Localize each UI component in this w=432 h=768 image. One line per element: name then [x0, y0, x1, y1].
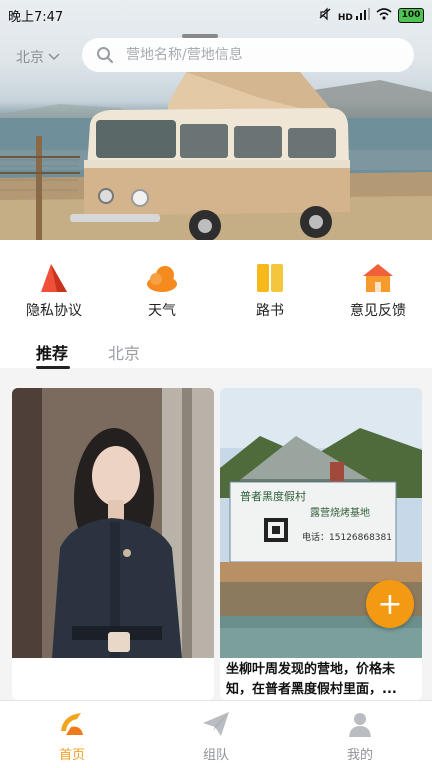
battery-icon: 100: [398, 7, 424, 23]
status-bar: 晚上7:47 HD 100: [0, 0, 432, 30]
nav-label: 我的: [346, 748, 373, 763]
tab-recommended[interactable]: 推荐: [36, 340, 68, 364]
profile-icon: [349, 713, 371, 737]
quick-item-label: 隐私协议: [26, 303, 82, 319]
quick-item-roadbook[interactable]: 路书: [216, 262, 324, 320]
banner-line1: 普者黑度假村: [240, 489, 306, 503]
post-card[interactable]: 普者黑度假村 露营烧烤基地 电话：15126868381 坐柳叶周发现的营地，价…: [220, 388, 422, 700]
van-banner-image: [0, 34, 432, 240]
roadbook-icon: [257, 264, 283, 292]
city-label: 北京: [16, 50, 44, 66]
post-card[interactable]: [12, 388, 214, 700]
quick-item-label: 天气: [148, 303, 176, 319]
quick-item-label: 路书: [256, 303, 284, 319]
home-icon: [61, 713, 83, 735]
quick-item-weather[interactable]: 天气: [108, 262, 216, 320]
city-selector[interactable]: 北京: [16, 47, 60, 67]
search-input[interactable]: [126, 47, 386, 63]
nav-label: 组队: [202, 748, 229, 763]
status-time: 晚上7:47: [8, 9, 64, 25]
wifi-icon: [376, 7, 392, 23]
quick-item-label: 意见反馈: [350, 303, 406, 319]
card-title: [18, 660, 210, 700]
hero-banner[interactable]: [0, 0, 432, 240]
chevron-down-icon: [48, 53, 60, 61]
nav-profile[interactable]: 我的: [288, 709, 432, 763]
search-bar[interactable]: [82, 38, 414, 72]
card-photo: [12, 388, 214, 658]
mute-icon: [318, 7, 332, 24]
card-title: 坐柳叶周发现的营地，价格未知，在普者黑度假村里面，...: [226, 662, 397, 697]
tab-beijing[interactable]: 北京: [108, 340, 140, 364]
bottom-nav: 首页 组队 我的: [0, 700, 432, 768]
tab-indicator: [36, 366, 70, 369]
team-icon: [203, 712, 229, 736]
signal-icon: HD: [338, 7, 370, 23]
tab-bar: 推荐 北京: [0, 336, 432, 369]
banner-line2: 露营烧烤基地: [310, 506, 370, 519]
weather-icon: [147, 266, 177, 292]
banner-phone: 电话：15126868381: [302, 531, 392, 543]
quick-item-feedback[interactable]: 意见反馈: [324, 262, 432, 320]
nav-home[interactable]: 首页: [0, 709, 144, 763]
nav-label: 首页: [58, 748, 85, 763]
nav-team[interactable]: 组队: [144, 709, 288, 763]
feedback-icon: [363, 264, 393, 292]
quick-item-privacy[interactable]: 隐私协议: [0, 262, 108, 320]
quick-menu: 隐私协议 天气 路书 意见反馈 推荐 北京: [0, 240, 432, 369]
privacy-icon: [41, 264, 67, 292]
add-post-button[interactable]: +: [366, 580, 414, 628]
search-icon: [97, 47, 114, 64]
